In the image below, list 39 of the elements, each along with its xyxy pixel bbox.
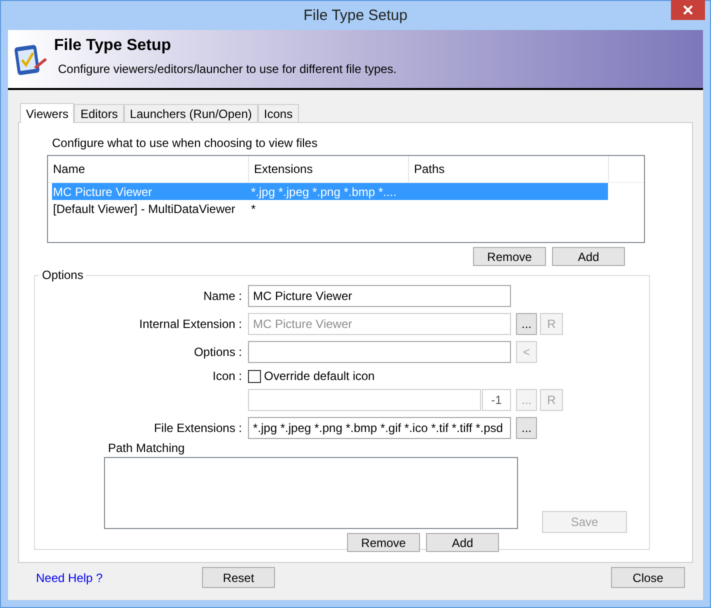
field-label: Options : <box>192 345 243 359</box>
text-field[interactable]: *.jpg *.jpeg *.png *.bmp *.gif *.ico *.tif *.tiff *.psd <box>248 417 511 439</box>
path-matching-label: Path Matching <box>108 441 186 455</box>
tab[interactable]: Launchers (Run/Open) <box>124 104 258 122</box>
extensions-cell-text: *.jpg *.jpeg *.png *.bmp *.... <box>250 184 398 200</box>
path-button[interactable]: Remove <box>347 533 420 552</box>
header-title: File Type Setup <box>54 37 172 55</box>
section-caption: Configure what to use when choosing to view files <box>52 136 318 150</box>
name-cell-text: MC Picture Viewer <box>52 184 154 200</box>
help-link[interactable]: Need Help ? <box>36 570 202 584</box>
extensions-cell-text: * <box>250 200 257 217</box>
field-label: Icon : <box>212 369 243 383</box>
field-label: Internal Extension : <box>138 317 243 331</box>
column-header[interactable]: Extensions <box>249 156 409 182</box>
tab[interactable]: Icons <box>258 104 299 122</box>
path-matching-box[interactable] <box>104 457 518 529</box>
list-button[interactable]: Add <box>552 247 625 266</box>
list-button[interactable]: Remove <box>473 247 546 266</box>
column-header[interactable]: Paths <box>409 156 609 182</box>
small-button[interactable]: ... <box>516 417 537 439</box>
close-button[interactable] <box>671 0 705 20</box>
checkbox[interactable] <box>248 370 261 382</box>
text-field[interactable]: MC Picture Viewer <box>248 285 511 307</box>
close-icon <box>683 5 693 15</box>
field-label: File Extensions : <box>152 421 243 435</box>
tab[interactable]: Editors <box>74 104 124 122</box>
path-button[interactable]: Add <box>426 533 499 552</box>
text-field[interactable] <box>248 341 511 363</box>
name-cell-text: [Default Viewer] - MultiDataViewer <box>52 200 236 217</box>
group-title: Options <box>41 268 84 282</box>
header-subtitle: Configure viewers/editors/launcher to use for different file types. <box>58 62 397 76</box>
column-header[interactable]: Name <box>48 156 249 182</box>
reset-button[interactable]: Reset <box>202 567 275 588</box>
window-title: File Type Setup <box>304 7 408 24</box>
field-label: Name : <box>202 289 243 303</box>
close-dialog-button[interactable]: Close <box>611 567 685 588</box>
list-row[interactable]: [Default Viewer] - MultiDataViewer * <box>52 200 608 217</box>
tab[interactable]: Viewers <box>20 103 74 123</box>
checkbox-label: Override default icon <box>264 369 375 383</box>
